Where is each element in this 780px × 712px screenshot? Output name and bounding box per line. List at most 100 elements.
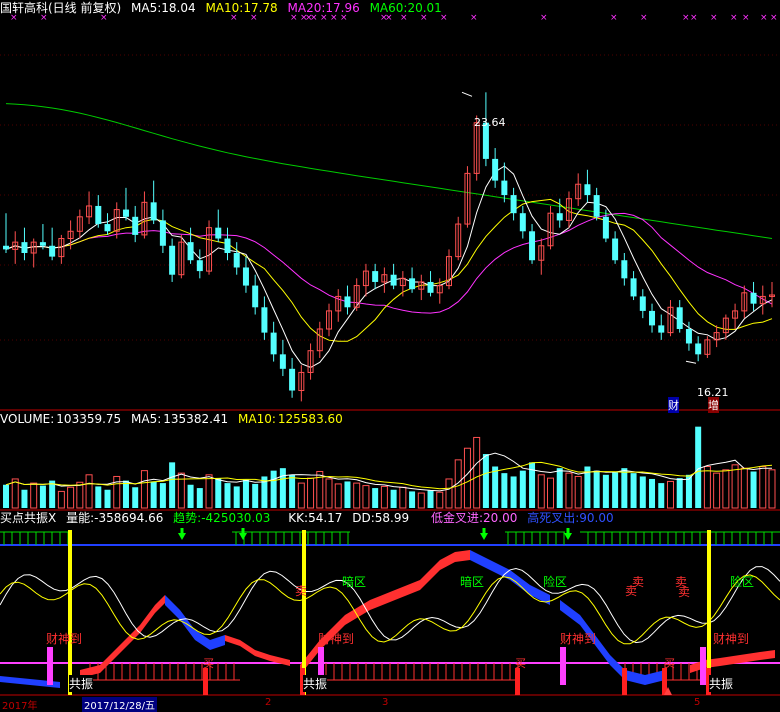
volume-bar — [676, 478, 683, 508]
volume-bar — [205, 474, 213, 509]
x-marker-icon: × — [330, 13, 338, 23]
volume-bar — [39, 485, 46, 508]
down-arrow-icon — [180, 528, 184, 534]
candle-body — [639, 296, 646, 311]
candle-body — [658, 325, 665, 333]
volume-bar — [362, 485, 370, 509]
resonance-label: 共振 — [303, 675, 328, 692]
down-arrow-icon — [239, 533, 247, 540]
candle-body — [3, 245, 9, 250]
x-marker-icon: × — [730, 13, 738, 23]
signal-label: 财神到 — [318, 632, 355, 646]
volume-bar — [344, 481, 351, 508]
candle-body — [279, 354, 286, 369]
volume-bar — [279, 468, 286, 508]
down-arrow-icon — [482, 528, 486, 534]
volume-bar — [21, 489, 28, 508]
volume-bar — [593, 470, 600, 508]
candle-body — [372, 271, 379, 282]
x-marker-icon: × — [400, 13, 408, 23]
candle-body — [501, 180, 508, 196]
volume-bar — [196, 488, 203, 508]
candle-body — [695, 343, 702, 355]
ma60-line — [5, 103, 773, 239]
x-marker-icon: × — [710, 13, 718, 23]
candle-body — [390, 274, 397, 286]
zone-label: 暗区 — [342, 575, 367, 589]
volume-bar — [695, 426, 702, 508]
buy-label: 买 — [515, 657, 526, 670]
sell-label: 卖 — [632, 575, 645, 589]
candle-body — [685, 329, 692, 344]
volume-bar — [122, 480, 129, 508]
x-marker-icon: × — [760, 13, 768, 23]
candle-body — [289, 368, 296, 391]
volume-bar — [759, 466, 767, 509]
volume-bar — [409, 491, 416, 508]
ma20-line — [5, 212, 773, 314]
volume-bar — [11, 478, 19, 509]
x-marker-icon: × — [40, 13, 48, 23]
buy-bar — [515, 668, 520, 695]
candle-body — [750, 292, 757, 304]
finance-marker[interactable]: 财 — [668, 397, 679, 413]
dd-line — [0, 574, 780, 645]
x-marker-icon: × — [340, 13, 348, 23]
down-arrow-icon — [480, 533, 488, 540]
candle-body — [602, 216, 609, 239]
volume-bar — [76, 481, 84, 509]
x-marker-icon: × — [385, 13, 393, 23]
x-marker-icon: × — [100, 13, 108, 23]
candle-body — [242, 267, 249, 286]
candle-body — [122, 209, 129, 217]
buy-bar — [622, 668, 627, 695]
x-marker-icon: × — [10, 13, 18, 23]
volume-bar — [353, 482, 361, 509]
low-pointer — [685, 360, 697, 364]
volume-bar — [177, 472, 185, 509]
volume-bar — [289, 474, 296, 508]
x-marker-icon: × — [320, 13, 328, 23]
volume-bar — [427, 490, 434, 508]
trend-ribbon — [300, 550, 470, 675]
volume-bar — [621, 468, 628, 508]
volume-bar — [30, 482, 38, 509]
kline-chart[interactable]: × × × × × × × × × × ×× × × × ××× × × × ×× × × ×× × — [0, 0, 780, 708]
candle-body — [676, 307, 683, 329]
signal-label: 财神到 — [713, 632, 750, 646]
volume-bar — [556, 468, 563, 508]
x-marker-icon: × — [682, 13, 690, 23]
volume-bar — [666, 480, 674, 509]
volume-bar — [67, 486, 75, 509]
volume-bar — [113, 475, 121, 509]
volume-bar — [713, 472, 721, 509]
x-marker-icon: × — [540, 13, 548, 23]
increase-marker[interactable]: 增 — [708, 397, 719, 413]
volume-bar — [473, 436, 481, 509]
volume-bar — [334, 483, 342, 509]
volume-bar — [703, 466, 711, 509]
candle-body — [621, 260, 628, 279]
zone-label: 险区 — [730, 575, 755, 589]
candle-body — [39, 242, 46, 246]
volume-bar — [574, 475, 582, 509]
x-marker-icon: × — [420, 13, 428, 23]
resonance-bar — [700, 647, 706, 685]
volume-bar — [445, 478, 453, 509]
volume-bar — [372, 488, 379, 508]
volume-bar — [639, 476, 646, 508]
sell-label: 卖 — [678, 585, 691, 599]
candle-body — [132, 216, 139, 235]
volume-bar — [537, 474, 545, 509]
candle-body — [612, 238, 619, 261]
volume-bar — [658, 483, 665, 508]
candle-body — [21, 242, 28, 253]
volume-bar — [399, 486, 407, 509]
volume-bar — [187, 484, 194, 508]
x-marker-icon: × — [310, 13, 318, 23]
volume-bar — [150, 481, 157, 508]
candle-body — [593, 195, 600, 217]
signal-label: 财神到 — [46, 632, 83, 646]
candle-body — [649, 310, 656, 326]
volume-bar — [132, 487, 139, 508]
